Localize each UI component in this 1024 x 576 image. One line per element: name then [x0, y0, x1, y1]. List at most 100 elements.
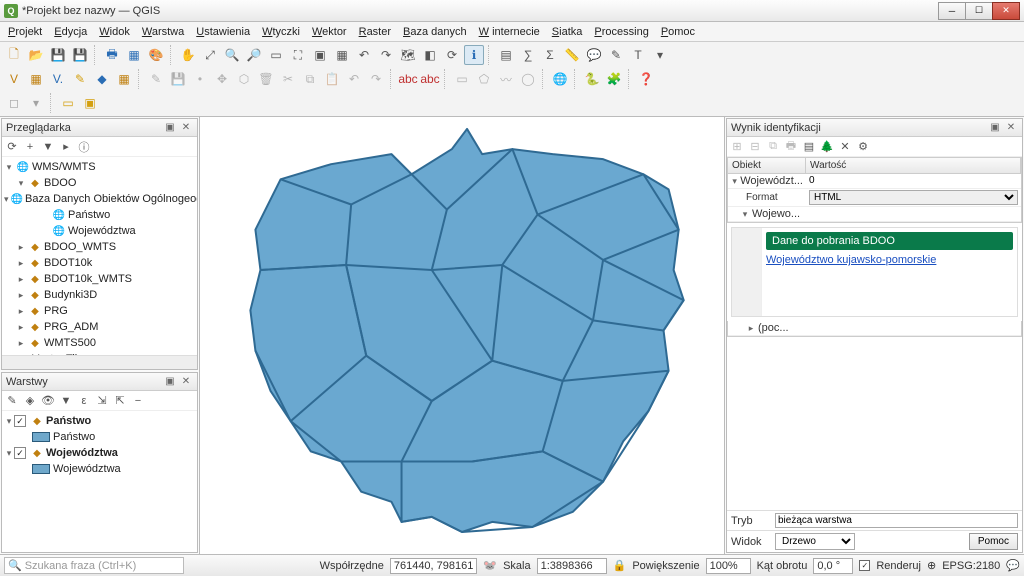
help-icon[interactable]: ❓: [636, 69, 656, 89]
identify-row0-tw[interactable]: ▾: [731, 176, 738, 187]
menu-warstwa[interactable]: Warstwa: [136, 24, 190, 40]
layers-close-icon[interactable]: ✕: [179, 375, 193, 389]
close-button[interactable]: ✕: [992, 2, 1020, 20]
plugin-manager-icon[interactable]: 🧩: [604, 69, 624, 89]
browser-refresh-icon[interactable]: ⟳: [4, 139, 20, 155]
refresh-icon[interactable]: ⟳: [442, 45, 462, 65]
browser-node[interactable]: ▾◆BDOO: [4, 175, 195, 191]
locator-search[interactable]: 🔍Szukana fraza (Ctrl+K): [4, 557, 184, 574]
open-project-icon[interactable]: 📂: [26, 45, 46, 65]
identify-form-icon[interactable]: ▤: [801, 139, 817, 155]
new-map-view-icon[interactable]: 🗺: [398, 45, 418, 65]
identify-tree-icon[interactable]: 🌲: [819, 139, 835, 155]
scale-value[interactable]: 1:3898366: [537, 558, 607, 574]
layer-group[interactable]: ▾✓◆Państwo: [4, 413, 195, 429]
menu-siatka[interactable]: Siatka: [546, 24, 589, 40]
menu-projekt[interactable]: Projekt: [2, 24, 48, 40]
menu-ustawienia[interactable]: Ustawienia: [190, 24, 256, 40]
browser-tree[interactable]: ▾🌐WMS/WMTS▾◆BDOO▾🌐Baza Danych Obiektów O…: [2, 157, 197, 355]
browser-collapse-icon[interactable]: ▸: [58, 139, 74, 155]
browser-node[interactable]: 🌐Województwa: [4, 223, 195, 239]
browser-node[interactable]: 🌐Państwo: [4, 207, 195, 223]
paste-icon[interactable]: 📋: [322, 69, 342, 89]
select-poly-icon[interactable]: ⬠: [474, 69, 494, 89]
new-project-icon[interactable]: 🗋: [4, 45, 24, 65]
identify-copy-icon[interactable]: ⧉: [765, 139, 781, 155]
new-3d-view-icon[interactable]: ◧: [420, 45, 440, 65]
browser-node[interactable]: ▾🌐Baza Danych Obiektów Ogólnogeog: [4, 191, 195, 207]
layers-tree[interactable]: ▾✓◆PaństwoPaństwo▾✓◆WojewództwaWojewództ…: [2, 411, 197, 552]
more-icon[interactable]: ▾: [650, 45, 670, 65]
pan-icon[interactable]: ✋: [178, 45, 198, 65]
layers-add-group-icon[interactable]: ◈: [22, 393, 38, 409]
layers-undock-icon[interactable]: ▣: [163, 375, 177, 389]
undo-icon[interactable]: ↶: [344, 69, 364, 89]
layers-expand-icon[interactable]: ⇲: [94, 393, 110, 409]
browser-node[interactable]: ▸◆PRG: [4, 303, 195, 319]
messages-icon[interactable]: 💬: [1006, 559, 1020, 572]
map-tips-icon[interactable]: 💬: [584, 45, 604, 65]
toggle-edit-icon[interactable]: ✎: [146, 69, 166, 89]
stats-icon[interactable]: Σ: [540, 45, 560, 65]
add-feature-icon[interactable]: ◆: [92, 69, 112, 89]
browser-undock-icon[interactable]: ▣: [163, 121, 177, 135]
browser-node[interactable]: ▸◆BDOO_WMTS: [4, 239, 195, 255]
identify-expand-icon[interactable]: ⊞: [729, 139, 745, 155]
browser-node[interactable]: ▸◆PRG_ADM: [4, 319, 195, 335]
layout-manager-icon[interactable]: ▦: [124, 45, 144, 65]
identify-undock-icon[interactable]: ▣: [988, 121, 1002, 135]
zoom-last-icon[interactable]: ↶: [354, 45, 374, 65]
menu-pomoc[interactable]: Pomoc: [655, 24, 701, 40]
menu-widok[interactable]: Widok: [93, 24, 136, 40]
browser-filter-icon[interactable]: ▼: [40, 139, 56, 155]
browser-node[interactable]: ▸◆Budynki3D: [4, 287, 195, 303]
add-vector-icon[interactable]: V: [4, 69, 24, 89]
add-delimited-icon[interactable]: ▦: [114, 69, 134, 89]
layers-style-icon[interactable]: ✎: [4, 393, 20, 409]
identify-print-icon[interactable]: 🖶: [783, 139, 799, 155]
edit-pencil-icon[interactable]: ✎: [70, 69, 90, 89]
menu-internecie[interactable]: W internecie: [473, 24, 546, 40]
map-canvas[interactable]: [200, 117, 724, 554]
identify-extra-tw[interactable]: ▸: [746, 323, 756, 334]
zoom-out-icon[interactable]: 🔎: [244, 45, 264, 65]
rot-value[interactable]: 0,0 °: [813, 558, 853, 574]
zoom-selection-icon[interactable]: ▣: [310, 45, 330, 65]
select-features-icon[interactable]: ▭: [58, 93, 78, 113]
add-raster-icon[interactable]: ▦: [26, 69, 46, 89]
identify-row2-tw[interactable]: ▾: [740, 209, 750, 220]
menu-edycja[interactable]: Edycja: [48, 24, 93, 40]
layer-item[interactable]: Województwa: [4, 461, 195, 477]
save-as-icon[interactable]: 💾: [70, 45, 90, 65]
zoom-in-icon[interactable]: 🔍: [222, 45, 242, 65]
save-edits-icon[interactable]: 💾: [168, 69, 188, 89]
select-icon[interactable]: ▭: [452, 69, 472, 89]
identify-mode-input[interactable]: [775, 513, 1018, 528]
browser-close-icon[interactable]: ✕: [179, 121, 193, 135]
menu-processing[interactable]: Processing: [588, 24, 654, 40]
coord-icon[interactable]: 🐭: [483, 559, 497, 572]
coord-value[interactable]: 761440, 798161: [390, 558, 478, 574]
identify-help-button[interactable]: Pomoc: [969, 533, 1018, 550]
zoom-next-icon[interactable]: ↷: [376, 45, 396, 65]
maximize-button[interactable]: ☐: [965, 2, 993, 20]
menu-baza-danych[interactable]: Baza danych: [397, 24, 473, 40]
render-checkbox[interactable]: ✓: [859, 560, 870, 571]
mag-value[interactable]: 100%: [706, 558, 751, 574]
crs-value[interactable]: EPSG:2180: [942, 560, 1000, 572]
crs-icon[interactable]: ⊕: [927, 559, 936, 572]
layers-remove-icon[interactable]: −: [130, 393, 146, 409]
menu-wektor[interactable]: Wektor: [306, 24, 353, 40]
layers-collapse-icon[interactable]: ⇱: [112, 393, 128, 409]
minimize-button[interactable]: ─: [938, 2, 966, 20]
identify-settings-icon[interactable]: ⚙: [855, 139, 871, 155]
browser-hscroll[interactable]: [2, 355, 197, 369]
menu-raster[interactable]: Raster: [353, 24, 397, 40]
pan-selection-icon[interactable]: ⤢: [200, 45, 220, 65]
identify-clear-icon[interactable]: ✕: [837, 139, 853, 155]
select-freehand-icon[interactable]: 〰: [496, 69, 516, 89]
python-icon[interactable]: 🐍: [582, 69, 602, 89]
layers-filter-icon[interactable]: ▼: [58, 393, 74, 409]
layers-visibility-icon[interactable]: 👁: [40, 393, 56, 409]
browser-node[interactable]: ▸◆WMTS500: [4, 335, 195, 351]
